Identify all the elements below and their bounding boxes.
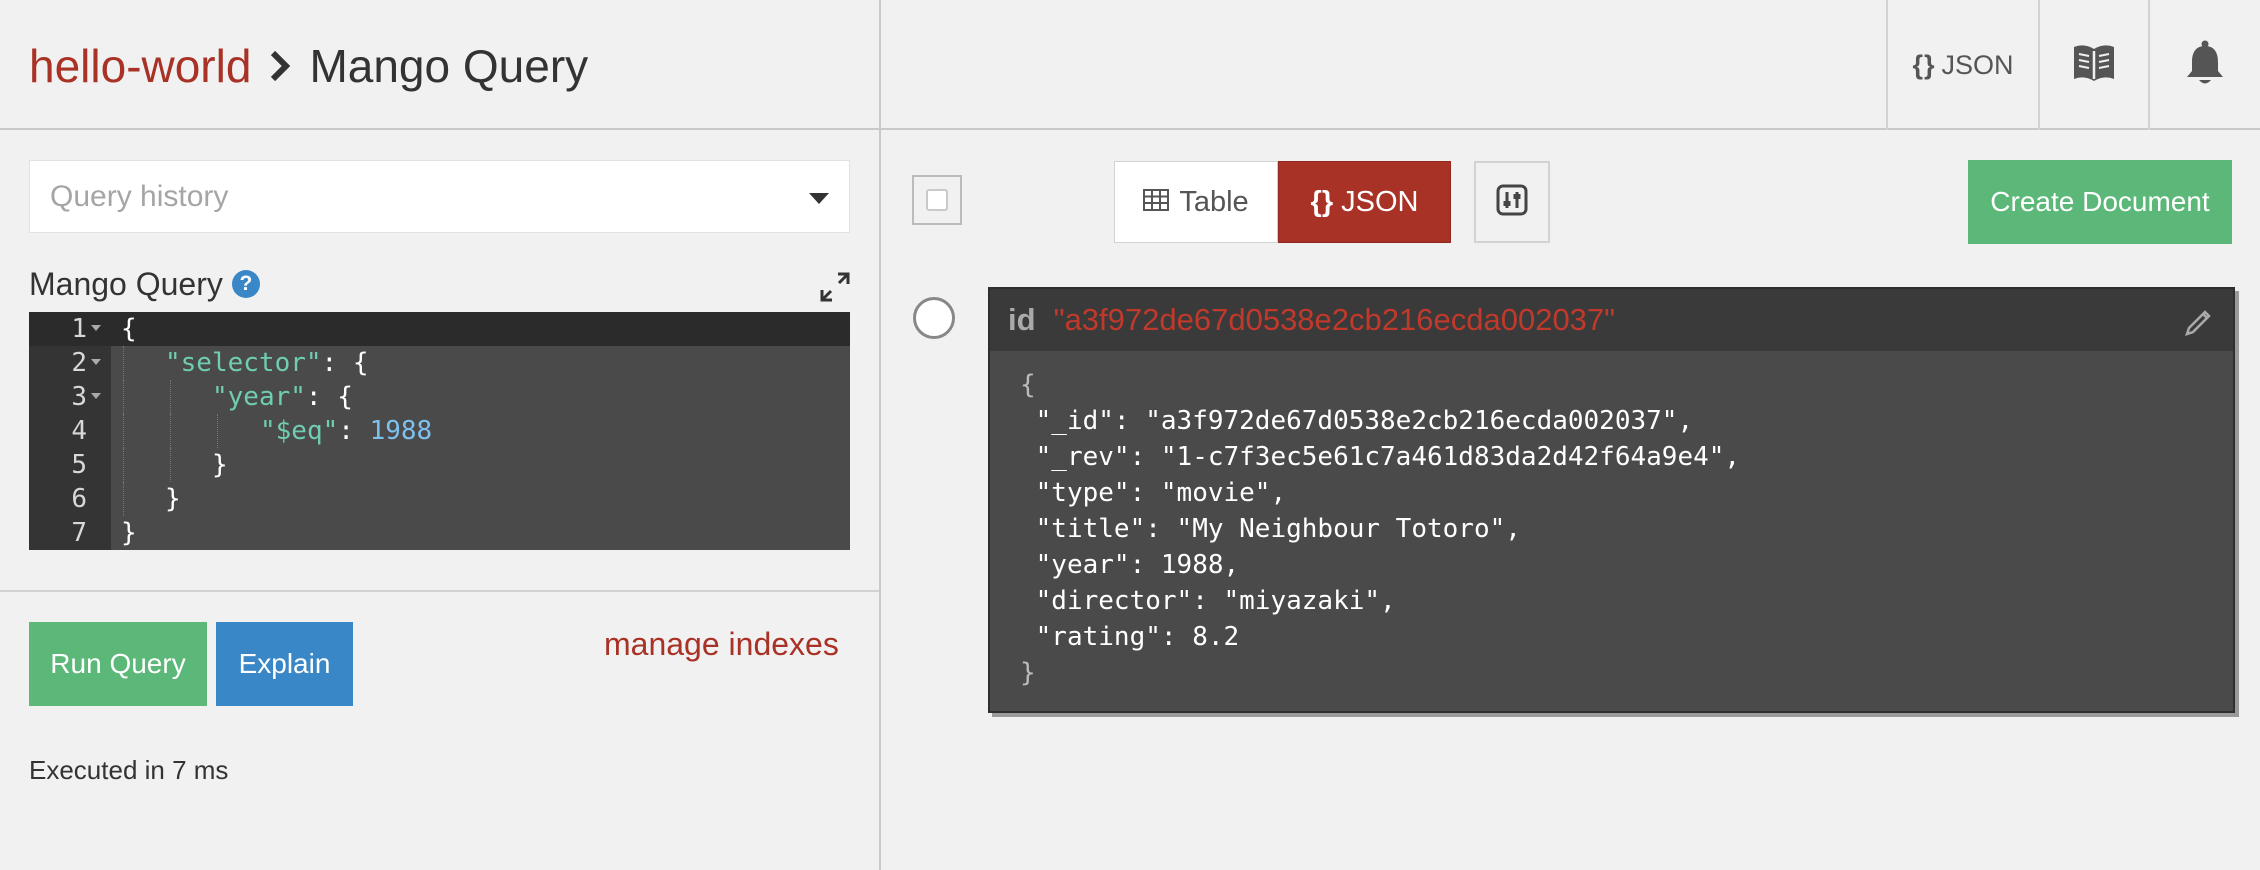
table-view-label: Table	[1179, 185, 1249, 218]
query-history-placeholder: Query history	[50, 179, 229, 213]
editor-line: 4 "$eq": 1988	[29, 414, 850, 448]
help-icon[interactable]: ?	[231, 270, 260, 298]
explain-button[interactable]: Explain	[216, 622, 353, 706]
fold-arrow-icon[interactable]	[91, 325, 101, 331]
line-number: 3	[71, 382, 87, 412]
indent-guide	[123, 346, 124, 380]
json-view-label: JSON	[1341, 185, 1419, 218]
checkbox-box	[926, 189, 948, 211]
notifications-button[interactable]	[2148, 0, 2260, 130]
table-view-button[interactable]: Table	[1114, 161, 1278, 243]
code-line: "year": {	[212, 380, 353, 414]
line-number: 1	[71, 314, 87, 344]
json-line: "_rev": "1-c7f3ec5e61c7a461d83da2d42f64a…	[1035, 442, 1741, 472]
line-number: 4	[71, 416, 87, 446]
divider	[0, 590, 879, 592]
json-line: "type": "movie",	[1035, 478, 1287, 508]
json-view-button[interactable]: {} JSON	[1278, 161, 1451, 243]
json-line: "rating": 8.2	[1035, 622, 1240, 652]
indent-guide	[123, 414, 124, 448]
editor-label: Mango Query ?	[29, 264, 260, 304]
view-toggle: Table {} JSON	[1114, 161, 1451, 243]
json-close-brace: }	[1020, 658, 1036, 688]
json-line: "year": 1988,	[1035, 550, 1240, 580]
indent-guide	[170, 448, 171, 482]
chevron-right-icon	[251, 50, 309, 82]
code-token: "selector"	[165, 348, 322, 378]
select-all-checkbox[interactable]	[912, 175, 962, 225]
indent-guide	[123, 380, 124, 414]
query-history-select[interactable]: Query history	[29, 160, 850, 233]
table-icon	[1143, 186, 1179, 219]
expand-icon[interactable]	[820, 272, 850, 302]
editor-line: 2 "selector": {	[29, 346, 850, 380]
editor-line: 7 }	[29, 516, 850, 550]
editor-line: 1 {	[29, 312, 850, 346]
code-token: :	[338, 416, 370, 446]
document-header: id "a3f972de67d0538e2cb216ecda002037"	[990, 289, 2233, 351]
indent-guide	[170, 414, 171, 448]
header-json-label: JSON	[1941, 49, 2014, 80]
fold-arrow-icon[interactable]	[91, 359, 101, 365]
code-token: : {	[321, 348, 369, 378]
page-title: Mango Query	[309, 40, 589, 92]
code-token: }	[121, 518, 137, 548]
document-id-link[interactable]: "a3f972de67d0538e2cb216ecda002037"	[1054, 302, 1616, 338]
code-token: }	[212, 450, 228, 480]
breadcrumb: hello-world Mango Query	[29, 38, 588, 94]
braces-icon: {}	[1310, 185, 1334, 218]
indent-guide	[170, 380, 171, 414]
book-open-icon	[2072, 43, 2116, 88]
code-token: "$eq"	[260, 416, 339, 446]
column-options-button[interactable]	[1474, 161, 1550, 243]
code-token: }	[165, 484, 181, 514]
breadcrumb-database-link[interactable]: hello-world	[29, 39, 251, 93]
create-document-button[interactable]: Create Document	[1968, 160, 2232, 244]
json-line: "title": "My Neighbour Totoro",	[1035, 514, 1521, 544]
line-number: 6	[71, 484, 87, 514]
code-token: : {	[305, 382, 353, 412]
document-json: { "_id": "a3f972de67d0538e2cb216ecda0020…	[1020, 367, 1740, 691]
editor-label-text: Mango Query	[29, 265, 223, 302]
code-token: "year"	[212, 382, 306, 412]
documentation-button[interactable]	[2038, 0, 2148, 130]
execution-status: Executed in 7 ms	[29, 755, 229, 785]
json-line: "director": "miyazaki",	[1035, 586, 1396, 616]
json-open-brace: {	[1020, 370, 1036, 400]
line-number: 7	[71, 518, 87, 548]
bell-icon	[2185, 40, 2225, 91]
document-card[interactable]: id "a3f972de67d0538e2cb216ecda002037" { …	[988, 287, 2235, 713]
editor-line: 5 }	[29, 448, 850, 482]
code-token: 1988	[369, 416, 433, 446]
editor-line: 3 "year": {	[29, 380, 850, 414]
code-token: {	[121, 314, 137, 344]
results-panel: Table {} JSON Create Document id "a3f972…	[881, 132, 2260, 870]
line-number: 2	[71, 348, 87, 378]
pencil-icon[interactable]	[2183, 304, 2215, 336]
header: hello-world Mango Query {} JSON	[0, 0, 2260, 130]
document-id-label: id	[1008, 302, 1036, 337]
query-editor[interactable]: 1 { 2 "selector": { 3 "year": { 4 "$eq":…	[29, 312, 850, 550]
indent-guide	[123, 448, 124, 482]
editor-line: 6 }	[29, 482, 850, 516]
indent-guide	[123, 482, 124, 516]
braces-icon: {}	[1912, 49, 1936, 80]
code-line: "$eq": 1988	[260, 414, 432, 448]
caret-down-icon	[809, 193, 829, 204]
fold-arrow-icon[interactable]	[91, 393, 101, 399]
query-panel: Query history Mango Query ? 1 { 2 "selec…	[0, 132, 879, 870]
document-select-radio[interactable]	[913, 297, 955, 339]
sliders-icon	[1496, 184, 1528, 221]
header-json-button[interactable]: {} JSON	[1886, 0, 2038, 130]
line-number: 5	[71, 450, 87, 480]
manage-indexes-link[interactable]: manage indexes	[604, 626, 839, 663]
indent-guide	[217, 414, 218, 448]
app-root: hello-world Mango Query {} JSON Query hi…	[0, 0, 2260, 870]
json-line: "_id": "a3f972de67d0538e2cb216ecda002037…	[1035, 406, 1694, 436]
run-query-button[interactable]: Run Query	[29, 622, 207, 706]
code-line: "selector": {	[165, 346, 369, 380]
